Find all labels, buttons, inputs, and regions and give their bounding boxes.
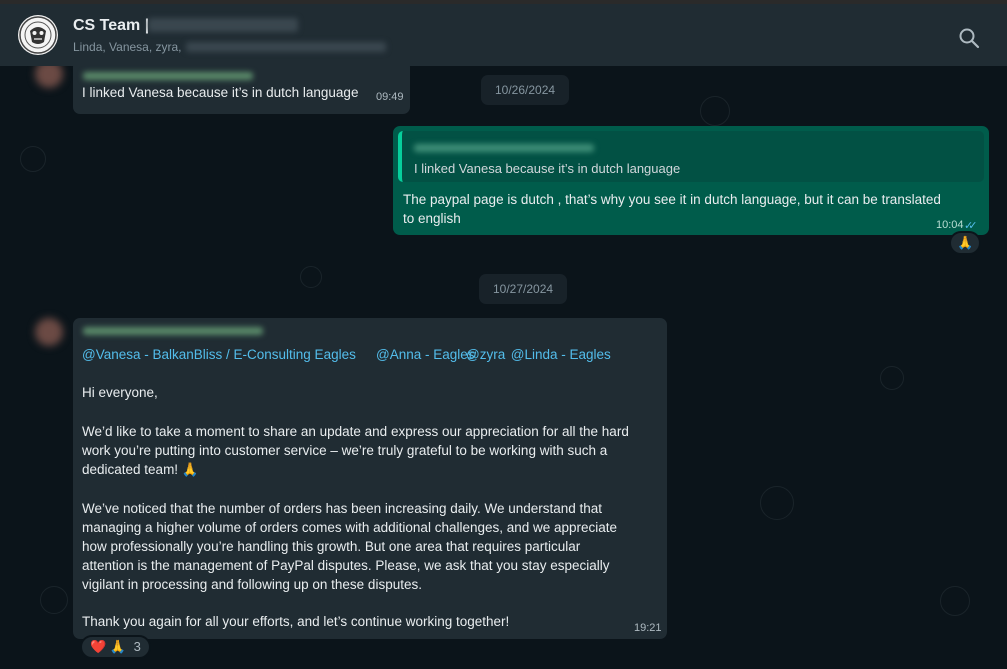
chat-header[interactable]: CS Team | Linda, Vanesa, zyra, (0, 0, 1007, 66)
date-separator: 10/27/2024 (479, 274, 568, 304)
wallpaper-doodle (300, 266, 322, 288)
message-text: I linked Vanesa because it’s in dutch la… (82, 85, 359, 100)
wallpaper-doodle (20, 146, 46, 172)
mention-anna[interactable]: @Anna - Eagles (376, 345, 475, 364)
message-text-line: The paypal page is dutch , that’s why yo… (403, 192, 941, 207)
search-button[interactable] (957, 26, 981, 50)
incoming-message[interactable]: I linked Vanesa because it’s in dutch la… (73, 66, 410, 114)
wallpaper-doodle (760, 486, 794, 520)
message-closing: Thank you again for all your efforts, an… (82, 614, 510, 629)
date-separator: 10/26/2024 (481, 75, 570, 105)
message-text-line: work you’re putting into customer servic… (82, 443, 608, 458)
message-text-line: attention is the management of PayPal di… (82, 558, 610, 573)
group-logo-icon (19, 16, 57, 54)
reaction-count: 3 (133, 639, 141, 654)
redacted-sender (83, 72, 253, 80)
wallpaper-doodle (880, 366, 904, 390)
message-reaction[interactable]: 🙏 (949, 231, 982, 255)
redacted-sender (83, 327, 263, 335)
sender-avatar[interactable] (35, 318, 63, 346)
message-time: 10:04 (936, 219, 964, 231)
mention-linda[interactable]: @Linda - Eagles (507, 345, 611, 364)
message-list[interactable]: I linked Vanesa because it’s in dutch la… (0, 66, 1007, 669)
message-text-line: managing a higher volume of orders comes… (82, 520, 618, 535)
reaction-emojis: ❤️ 🙏 (90, 639, 126, 654)
message-text-line: how professionally you’re handling this … (82, 539, 581, 554)
redacted-members (186, 42, 386, 52)
wallpaper-doodle (940, 586, 970, 616)
message-time: 19:21 (634, 622, 662, 634)
message-text-line: We’d like to take a moment to share an u… (82, 424, 629, 439)
incoming-message[interactable]: @Vanesa - BalkanBliss / E-Consulting Eag… (73, 318, 667, 639)
mention-zyra[interactable]: @zyra (466, 345, 505, 364)
message-text-line: We’ve noticed that the number of orders … (82, 501, 603, 516)
quoted-message[interactable]: I linked Vanesa because it’s in dutch la… (398, 131, 984, 182)
redacted-title (148, 18, 298, 32)
redacted-quote-sender (414, 144, 594, 152)
member-list[interactable]: Linda, Vanesa, zyra, (73, 40, 182, 54)
quoted-text: I linked Vanesa because it’s in dutch la… (414, 161, 681, 176)
message-text-line: to english (403, 211, 461, 226)
message-greeting: Hi everyone, (82, 385, 158, 400)
message-text-line: vigilant in processing and following up … (82, 577, 422, 592)
wallpaper-doodle (40, 586, 68, 614)
wallpaper-doodle (700, 96, 730, 126)
message-time: 09:49 (376, 91, 404, 103)
group-avatar[interactable] (18, 15, 58, 55)
message-text-line: dedicated team! 🙏 (82, 462, 199, 477)
outgoing-message[interactable]: I linked Vanesa because it’s in dutch la… (393, 126, 989, 235)
sender-avatar[interactable] (35, 66, 63, 88)
mention-vanesa[interactable]: @Vanesa - BalkanBliss / E-Consulting Eag… (82, 345, 356, 364)
search-icon (959, 28, 980, 49)
message-reactions[interactable]: ❤️ 🙏 3 (80, 635, 151, 659)
chat-title[interactable]: CS Team | (73, 17, 149, 35)
